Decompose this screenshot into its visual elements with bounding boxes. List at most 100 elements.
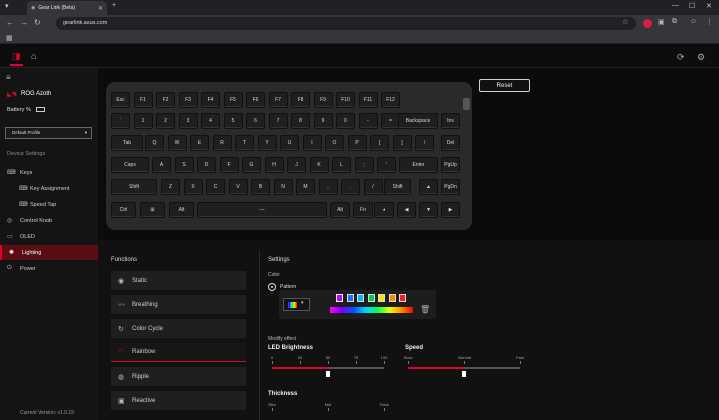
- key-l[interactable]: L: [332, 157, 351, 173]
- key-w[interactable]: W: [167, 135, 187, 151]
- key-f[interactable]: F: [219, 157, 239, 173]
- key-sym0[interactable]: `: [111, 113, 130, 129]
- forward-icon[interactable]: →: [20, 18, 28, 27]
- key-y[interactable]: Y: [257, 135, 277, 151]
- key-p[interactable]: P: [347, 135, 367, 151]
- store-icon[interactable]: ⌂: [31, 51, 36, 61]
- key-shift[interactable]: Shift: [111, 179, 157, 195]
- key-f3[interactable]: F3: [178, 92, 198, 108]
- sidebar-item-key-assignment[interactable]: ⌨ Key Assignment: [0, 181, 98, 196]
- key-c[interactable]: C: [206, 179, 225, 195]
- color-swatch[interactable]: [399, 294, 406, 302]
- menu-icon[interactable]: ⋮: [706, 18, 713, 26]
- browser-tab[interactable]: ◉ Gear Link (Beta) ✕: [27, 1, 107, 15]
- reset-button[interactable]: Reset: [479, 79, 530, 92]
- key-e[interactable]: E: [190, 135, 209, 151]
- settings-gear-icon[interactable]: ⚙: [697, 52, 705, 63]
- function-static[interactable]: ◉ Static: [111, 271, 246, 290]
- key-esc[interactable]: Esc: [111, 92, 130, 108]
- key-g[interactable]: G: [242, 157, 261, 173]
- bookmark-star-icon[interactable]: ☆: [622, 18, 628, 26]
- key-sym6[interactable]: ◕: [374, 202, 394, 218]
- key-enter[interactable]: Enter: [399, 157, 438, 173]
- profile-icon[interactable]: ☺: [690, 18, 697, 25]
- sidebar-item-oled[interactable]: ▭ OLED: [0, 229, 98, 244]
- key-b[interactable]: B: [251, 179, 270, 195]
- key-caps[interactable]: Caps: [111, 157, 149, 173]
- key-sym13[interactable]: \: [415, 135, 434, 151]
- key-s[interactable]: S: [174, 157, 194, 173]
- key-sym12[interactable]: ▲: [419, 179, 438, 195]
- function-rainbow[interactable]: ◠ Rainbow: [111, 343, 246, 362]
- key-j[interactable]: J: [287, 157, 306, 173]
- key-m[interactable]: M: [296, 179, 315, 195]
- key-d[interactable]: D: [197, 157, 216, 173]
- gradient-preset-select[interactable]: ▾: [283, 298, 310, 311]
- key-f4[interactable]: F4: [201, 92, 220, 108]
- key-f5[interactable]: F5: [223, 92, 243, 108]
- key-sym11[interactable]: ': [377, 157, 396, 173]
- key-pgup[interactable]: PgUp: [441, 157, 460, 173]
- hamburger-menu-icon[interactable]: ≡: [6, 73, 11, 82]
- key-6[interactable]: 6: [246, 113, 265, 129]
- key-f11[interactable]: F11: [358, 92, 378, 108]
- tab-search-icon[interactable]: ▾: [5, 2, 9, 10]
- brightness-track[interactable]: [272, 367, 384, 369]
- key-f8[interactable]: F8: [291, 92, 310, 108]
- key-q[interactable]: Q: [145, 135, 164, 151]
- sidebar-item-speed-tap[interactable]: ⌨ Speed Tap: [0, 197, 98, 212]
- extension-2-icon[interactable]: ▣: [658, 18, 665, 26]
- key-f2[interactable]: F2: [156, 92, 175, 108]
- close-window-icon[interactable]: ✕: [706, 2, 712, 10]
- key-fn[interactable]: Fn: [353, 202, 373, 218]
- function-reactive[interactable]: ▣ Reactive: [111, 391, 246, 410]
- key-t[interactable]: T: [235, 135, 254, 151]
- key-1[interactable]: 1: [133, 113, 153, 129]
- sidebar-item-power[interactable]: ⏻ Power: [0, 261, 98, 276]
- sidebar-item-control-knob[interactable]: ◎ Control Knob: [0, 213, 98, 228]
- key-sym11[interactable]: -: [358, 113, 378, 129]
- key-sym10[interactable]: /: [363, 179, 383, 195]
- key-8[interactable]: 8: [291, 113, 310, 129]
- key-k[interactable]: K: [309, 157, 329, 173]
- maximize-icon[interactable]: ☐: [689, 2, 695, 10]
- key-tab[interactable]: Tab: [111, 135, 143, 151]
- device-icon[interactable]: ◨: [10, 51, 23, 66]
- key-7[interactable]: 7: [268, 113, 288, 129]
- extension-icon[interactable]: [643, 19, 652, 28]
- key-f10[interactable]: F10: [336, 92, 355, 108]
- reload-icon[interactable]: ↻: [34, 18, 41, 27]
- knob-scroll-indicator[interactable]: [463, 98, 470, 110]
- key-sym9[interactable]: .: [341, 179, 360, 195]
- sidebar-item-lighting[interactable]: ✺ Lighting: [0, 245, 98, 260]
- color-swatch[interactable]: [336, 294, 343, 302]
- color-swatch[interactable]: [367, 294, 375, 302]
- function-color-cycle[interactable]: ↻ Color Cycle: [111, 319, 246, 338]
- key-2[interactable]: 2: [156, 113, 175, 129]
- key-ctrl[interactable]: Ctrl: [111, 202, 136, 218]
- profile-select[interactable]: Default Profile ▾: [5, 127, 92, 139]
- key-shift[interactable]: Shift: [384, 179, 411, 195]
- sync-icon[interactable]: ⟳: [677, 52, 685, 63]
- key-sym7[interactable]: ◀: [397, 202, 416, 218]
- minimize-icon[interactable]: —: [672, 2, 679, 9]
- apps-grid-icon[interactable]: ▦: [6, 34, 13, 42]
- pattern-radio[interactable]: [268, 283, 276, 291]
- key-5[interactable]: 5: [223, 113, 243, 129]
- extensions-puzzle-icon[interactable]: ⧉: [672, 18, 677, 26]
- key-h[interactable]: H: [264, 157, 284, 173]
- key-ins[interactable]: Ins: [441, 113, 460, 129]
- key-sym1[interactable]: ⊞: [140, 202, 165, 218]
- trash-icon[interactable]: 🗑: [420, 305, 430, 314]
- back-icon[interactable]: ←: [6, 18, 14, 27]
- key-9[interactable]: 9: [313, 113, 333, 129]
- key-sym8[interactable]: ▼: [419, 202, 438, 218]
- key-4[interactable]: 4: [201, 113, 220, 129]
- key-sym11[interactable]: [: [370, 135, 389, 151]
- key-sym10[interactable]: ;: [354, 157, 374, 173]
- key-sym9[interactable]: ▶: [441, 202, 460, 218]
- url-input[interactable]: gearlink.asus.com: [56, 17, 636, 30]
- color-swatch[interactable]: [357, 294, 364, 302]
- speed-track[interactable]: [408, 367, 520, 369]
- key-backspace[interactable]: Backspace: [398, 113, 438, 129]
